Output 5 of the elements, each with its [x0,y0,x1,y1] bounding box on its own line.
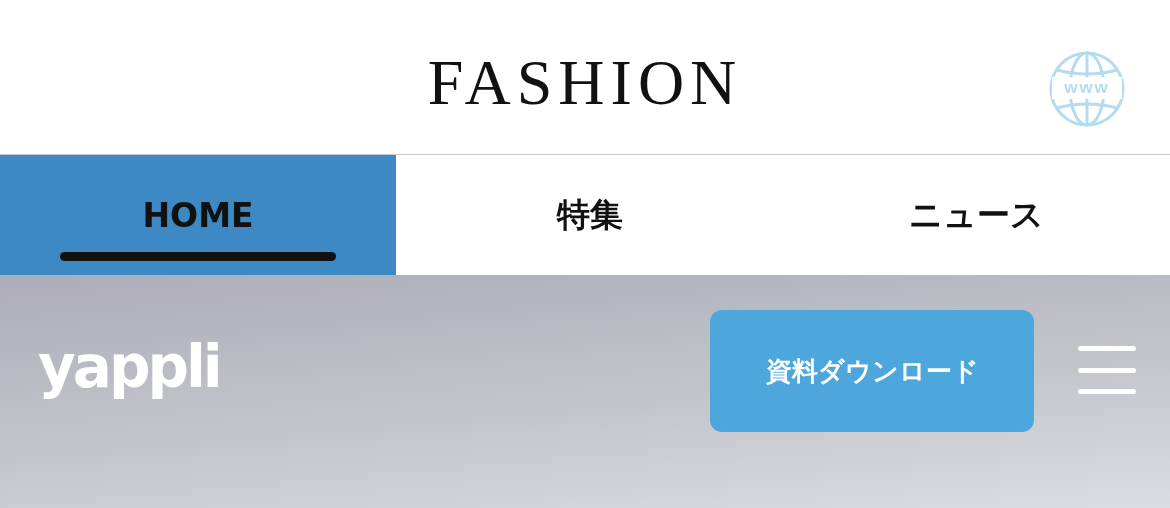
menu-icon[interactable] [1078,346,1136,394]
download-button[interactable]: 資料ダウンロード [710,310,1034,432]
nav-tab[interactable]: HOME [0,155,396,275]
site-title: FASHION [427,46,743,120]
brand-logo: yappli [38,333,220,401]
